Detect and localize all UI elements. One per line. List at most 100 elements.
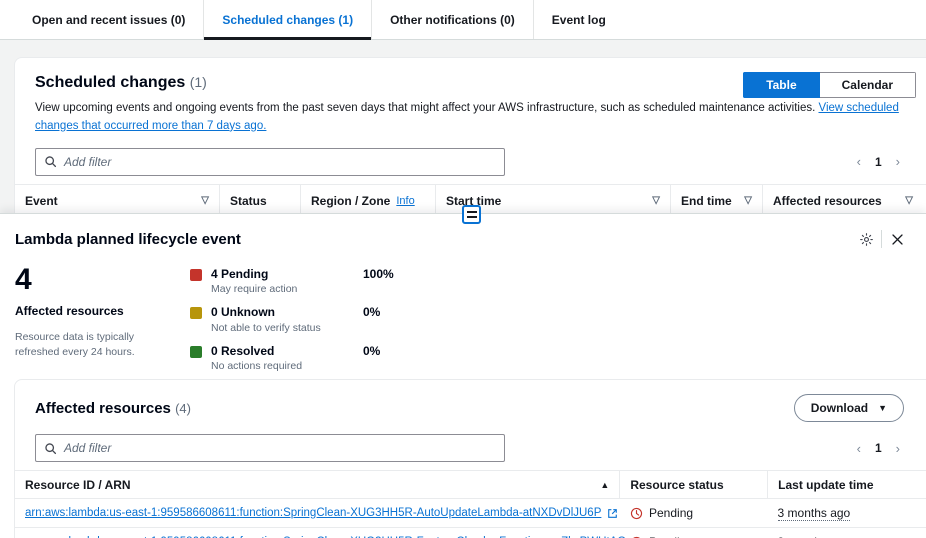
scheduled-changes-panel: Scheduled changes (1) View upcoming even…	[14, 57, 926, 218]
status-badge: Pending	[630, 506, 693, 520]
page-title-count: (1)	[190, 74, 207, 90]
filter-triangle-icon[interactable]: ▽	[201, 195, 209, 206]
pending-clock-icon	[630, 507, 643, 520]
handle-line	[467, 216, 477, 218]
column-label: End time	[681, 194, 732, 208]
column-label: Event	[25, 194, 58, 208]
column-header-status[interactable]: Status	[220, 185, 301, 217]
prev-page-icon[interactable]: ‹	[857, 442, 861, 455]
description-text: View upcoming events and ongoing events …	[35, 102, 819, 114]
last-update-time-cell: 3 months ago	[768, 528, 926, 538]
tab-label: Scheduled changes (1)	[222, 13, 353, 27]
column-header-resource-id[interactable]: Resource ID / ARN ▲	[15, 471, 619, 498]
legend-percent: 0%	[363, 344, 380, 358]
split-panel: Lambda planned lifecycle event	[0, 213, 926, 538]
affected-resources-title-count: (4)	[175, 401, 191, 416]
column-label: Affected resources	[773, 194, 882, 208]
filter-triangle-icon[interactable]: ▽	[652, 195, 660, 206]
calendar-view-button[interactable]: Calendar	[820, 72, 916, 98]
unknown-swatch-icon	[190, 307, 202, 319]
region-zone-info-link[interactable]: Info	[396, 195, 414, 207]
legend-percent: 0%	[363, 305, 380, 319]
affected-resources-title-text: Affected resources	[35, 400, 171, 417]
column-label: Region / Zone	[311, 194, 390, 208]
external-link-icon[interactable]	[607, 508, 618, 519]
tab-open-and-recent-issues[interactable]: Open and recent issues (0)	[14, 0, 204, 39]
table-row: arn:aws:lambda:us-east-1:959586608611:fu…	[15, 499, 926, 528]
column-label: Resource status	[630, 478, 723, 492]
relative-timestamp[interactable]: 3 months ago	[778, 506, 851, 521]
chevron-down-icon: ▼	[878, 403, 887, 413]
affected-resources-header: Affected resources (4) Download ▼	[15, 380, 926, 426]
tab-scheduled-changes[interactable]: Scheduled changes (1)	[204, 0, 372, 39]
affected-resources-pagination: ‹ 1 ›	[857, 441, 916, 455]
column-header-event[interactable]: Event ▽	[15, 185, 220, 217]
search-icon	[44, 442, 57, 455]
affected-resources-panel: Affected resources (4) Download ▼ Add fi…	[14, 379, 926, 538]
download-label: Download	[811, 401, 868, 415]
legend-sub: May require action	[211, 283, 359, 295]
legend-row-resolved: 0 Resolved No actions required 0%	[190, 344, 911, 372]
resource-id-cell: arn:aws:lambda:us-east-1:959586608611:fu…	[15, 528, 620, 538]
resource-id-cell: arn:aws:lambda:us-east-1:959586608611:fu…	[15, 499, 620, 527]
legend-name: 0 Resolved	[211, 344, 359, 358]
aws-health-dashboard: Open and recent issues (0) Scheduled cha…	[0, 0, 926, 538]
tab-label: Other notifications (0)	[390, 13, 515, 27]
next-page-icon[interactable]: ›	[896, 442, 900, 455]
resource-status-cell: Pending	[620, 499, 768, 527]
scheduled-changes-filter-input[interactable]: Add filter	[35, 148, 505, 176]
legend-row-pending: 4 Pending May require action 100%	[190, 267, 911, 295]
legend-sub: Not able to verify status	[211, 322, 359, 334]
split-panel-resize-handle[interactable]	[462, 205, 481, 224]
column-header-last-update-time[interactable]: Last update time	[767, 471, 926, 498]
scheduled-changes-header: Scheduled changes (1) View upcoming even…	[15, 58, 926, 140]
prev-page-icon[interactable]: ‹	[857, 155, 861, 168]
resource-arn-link[interactable]: arn:aws:lambda:us-east-1:959586608611:fu…	[25, 507, 601, 519]
legend-row-unknown: 0 Unknown Not able to verify status 0%	[190, 305, 911, 333]
split-panel-title: Lambda planned lifecycle event	[15, 231, 241, 248]
column-label: Resource ID / ARN	[25, 478, 131, 492]
column-header-end-time[interactable]: End time ▽	[671, 185, 763, 217]
page-number[interactable]: 1	[875, 155, 882, 169]
legend-text: 4 Pending May require action	[211, 267, 359, 295]
next-page-icon[interactable]: ›	[896, 155, 900, 168]
settings-button[interactable]	[851, 226, 881, 252]
column-header-affected-resources[interactable]: Affected resources ▽	[763, 185, 923, 217]
close-button[interactable]	[882, 226, 912, 252]
tab-other-notifications[interactable]: Other notifications (0)	[372, 0, 534, 39]
download-button[interactable]: Download ▼	[794, 394, 904, 422]
scheduled-changes-filter-row: Add filter ‹ 1 ›	[15, 140, 926, 184]
affected-resources-table-header: Resource ID / ARN ▲ Resource status Last…	[15, 470, 926, 499]
filter-placeholder: Add filter	[64, 441, 111, 455]
view-toggle: Table Calendar	[743, 72, 916, 98]
relative-timestamp[interactable]: 3 months ago	[778, 535, 851, 538]
page-number[interactable]: 1	[875, 441, 882, 455]
tab-label: Open and recent issues (0)	[32, 13, 185, 27]
affected-resources-filter-input[interactable]: Add filter	[35, 434, 505, 462]
search-icon	[44, 155, 57, 168]
last-update-time-cell: 3 months ago	[768, 499, 926, 527]
gear-icon	[859, 232, 874, 247]
column-header-region-zone[interactable]: Region / Zone Info	[301, 185, 436, 217]
page-title-text: Scheduled changes	[35, 74, 185, 91]
filter-triangle-icon[interactable]: ▽	[744, 195, 752, 206]
table-view-button[interactable]: Table	[743, 72, 819, 98]
resolved-swatch-icon	[190, 346, 202, 358]
column-label: Status	[230, 194, 267, 208]
affected-resources-title: Affected resources (4)	[35, 400, 191, 417]
legend-percent: 100%	[363, 267, 394, 281]
column-label: Last update time	[778, 478, 873, 492]
resource-status-cell: Pending	[620, 528, 768, 538]
column-header-resource-status[interactable]: Resource status	[619, 471, 767, 498]
sort-ascending-icon: ▲	[600, 480, 609, 490]
tab-event-log[interactable]: Event log	[534, 0, 624, 39]
legend-text: 0 Unknown Not able to verify status	[211, 305, 359, 333]
status-label: Pending	[649, 506, 693, 520]
filter-triangle-icon[interactable]: ▽	[905, 195, 913, 206]
pending-swatch-icon	[190, 269, 202, 281]
legend-sub: No actions required	[211, 360, 359, 372]
scheduled-changes-description: View upcoming events and ongoing events …	[35, 100, 906, 136]
summary-total-block: 4 Affected resources Resource data is ty…	[15, 264, 190, 382]
filter-placeholder: Add filter	[64, 155, 111, 169]
affected-resources-count: 4	[15, 264, 190, 296]
